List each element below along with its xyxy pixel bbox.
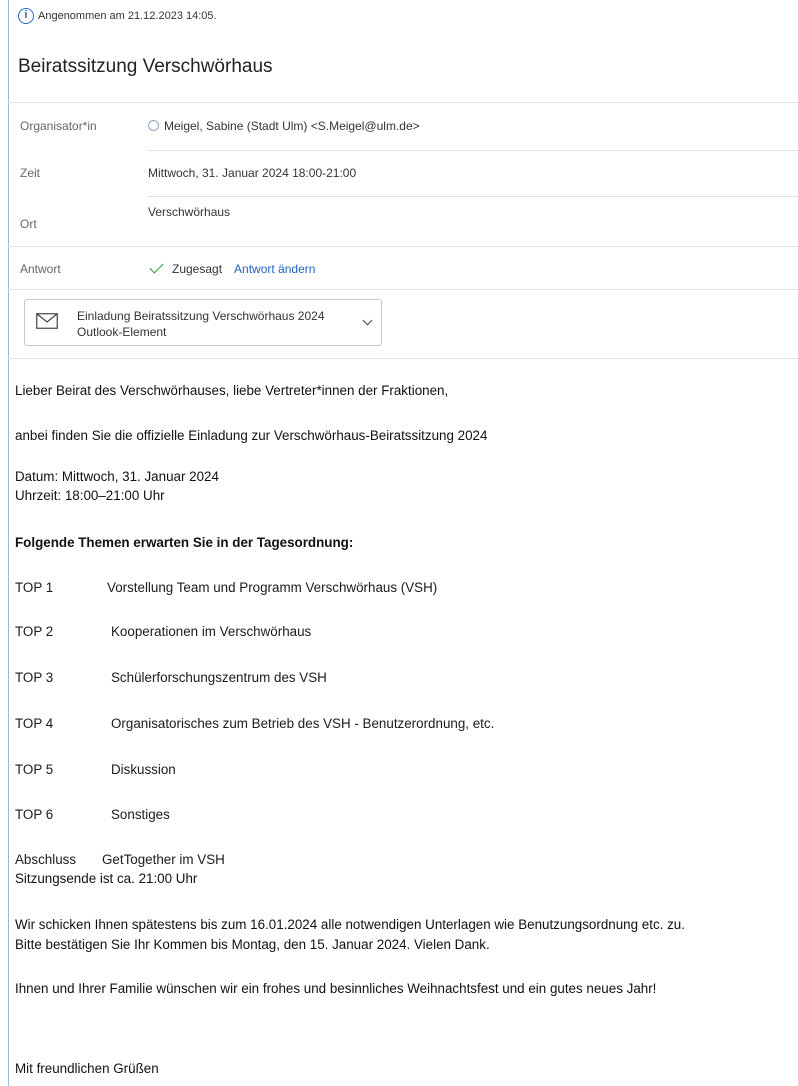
response-status: Zugesagt xyxy=(172,262,223,276)
intro-text: anbei finden Sie die offizielle Einladun… xyxy=(15,428,488,443)
divider xyxy=(8,102,798,103)
location-value: Verschwörhaus xyxy=(148,205,231,219)
agenda-item-number: TOP 5 xyxy=(15,762,54,777)
agenda-item-text: Vorstellung Team und Programm Verschwörh… xyxy=(107,580,438,595)
response-value: Zugesagt Antwort ändern xyxy=(148,259,315,276)
divider xyxy=(8,289,798,290)
agenda-heading: Folgende Themen erwarten Sie in der Tage… xyxy=(15,535,354,550)
response-label: Antwort xyxy=(20,262,61,276)
date-line: Datum: Mittwoch, 31. Januar 2024 xyxy=(15,469,219,484)
agenda-item-number: TOP 6 xyxy=(15,807,54,822)
meeting-subject: Beiratssitzung Verschwörhaus xyxy=(18,56,273,77)
divider xyxy=(8,246,798,247)
checkmark-icon xyxy=(149,259,164,274)
location-label: Ort xyxy=(20,217,37,231)
status-text: Angenommen am 21.12.2023 14:05. xyxy=(38,10,217,22)
divider xyxy=(148,196,798,197)
agenda-item-number: TOP 4 xyxy=(15,716,54,731)
agenda-item-number: TOP 1 xyxy=(15,580,54,595)
greeting: Lieber Beirat des Verschwörhauses, liebe… xyxy=(15,383,449,398)
documents-line-2: Bitte bestätigen Sie Ihr Kommen bis Mont… xyxy=(15,937,490,952)
organizer-label: Organisator*in xyxy=(20,119,97,133)
agenda-item-text: Diskussion xyxy=(111,762,176,777)
agenda-item-text: Organisatorisches zum Betrieb des VSH - … xyxy=(111,716,495,731)
agenda-item-text: Sonstiges xyxy=(111,807,170,822)
chevron-down-icon[interactable] xyxy=(362,315,373,326)
left-border xyxy=(8,0,9,1086)
time-label: Zeit xyxy=(20,166,41,180)
attachment-card[interactable]: Einladung Beiratssitzung Verschwörhaus 2… xyxy=(24,299,382,346)
agenda-item-text: Schülerforschungszentrum des VSH xyxy=(111,670,327,685)
status-bar: i Angenommen am 21.12.2023 14:05. xyxy=(18,6,217,26)
documents-line-1: Wir schicken Ihnen spätestens bis zum 16… xyxy=(15,917,685,932)
presence-icon xyxy=(148,120,159,131)
time-value: Mittwoch, 31. Januar 2024 18:00-21:00 xyxy=(148,166,357,180)
info-icon: i xyxy=(18,8,34,24)
agenda-item-number: TOP 3 xyxy=(15,670,54,685)
attachment-title: Einladung Beiratssitzung Verschwörhaus 2… xyxy=(77,309,325,323)
regards: Mit freundlichen Grüßen xyxy=(15,1061,159,1076)
organizer-name[interactable]: Meigel, Sabine (Stadt Ulm) <S.Meigel@ulm… xyxy=(164,119,420,133)
time-line: Uhrzeit: 18:00–21:00 Uhr xyxy=(15,488,165,503)
end-time: Sitzungsende ist ca. 21:00 Uhr xyxy=(15,871,198,886)
divider xyxy=(148,150,798,151)
closing-text: GetTogether im VSH xyxy=(102,852,225,867)
envelope-icon xyxy=(36,313,58,329)
change-response-link[interactable]: Antwort ändern xyxy=(234,262,315,276)
closing-label: Abschluss xyxy=(15,852,77,867)
organizer-value[interactable]: Meigel, Sabine (Stadt Ulm) <S.Meigel@ulm… xyxy=(148,119,420,133)
attachment-type: Outlook-Element xyxy=(77,325,167,339)
holiday-wishes: Ihnen und Ihrer Familie wünschen wir ein… xyxy=(15,981,657,996)
divider xyxy=(8,358,798,359)
attachment-text: Einladung Beiratssitzung Verschwörhaus 2… xyxy=(77,308,325,340)
agenda-item-text: Kooperationen im Verschwörhaus xyxy=(111,624,312,639)
agenda-item-number: TOP 2 xyxy=(15,624,54,639)
